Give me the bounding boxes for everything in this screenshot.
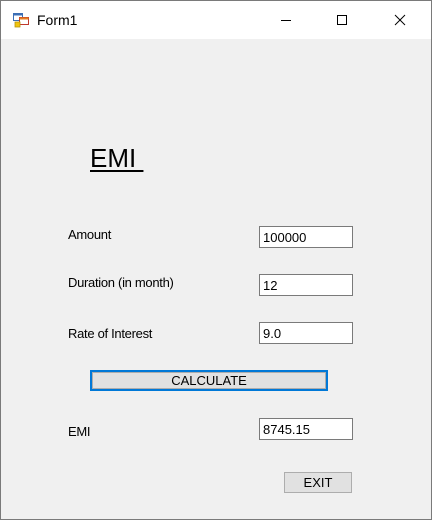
duration-label: Duration (in month) [68,275,174,290]
amount-input[interactable] [259,226,353,248]
rate-input[interactable] [259,322,353,344]
amount-label: Amount [68,227,112,242]
calculate-button[interactable]: CALCULATE [90,370,328,391]
rate-label: Rate of Interest [68,326,153,341]
minimize-button[interactable] [263,1,309,39]
title-bar[interactable]: Form1 [1,1,431,39]
maximize-icon [337,15,347,25]
close-icon [394,14,406,26]
form-client-area [1,39,431,519]
form-heading: EMI [90,143,144,173]
duration-input[interactable] [259,274,353,296]
close-button[interactable] [377,1,423,39]
app-window: Form1 EMI Amount Duration (in month) Rat… [0,0,432,520]
minimize-icon [281,20,291,21]
maximize-button[interactable] [319,1,365,39]
app-icon [13,12,29,28]
exit-button[interactable]: EXIT [284,472,352,493]
emi-output[interactable] [259,418,353,440]
emi-label: EMI [68,424,91,439]
window-title: Form1 [37,12,78,28]
